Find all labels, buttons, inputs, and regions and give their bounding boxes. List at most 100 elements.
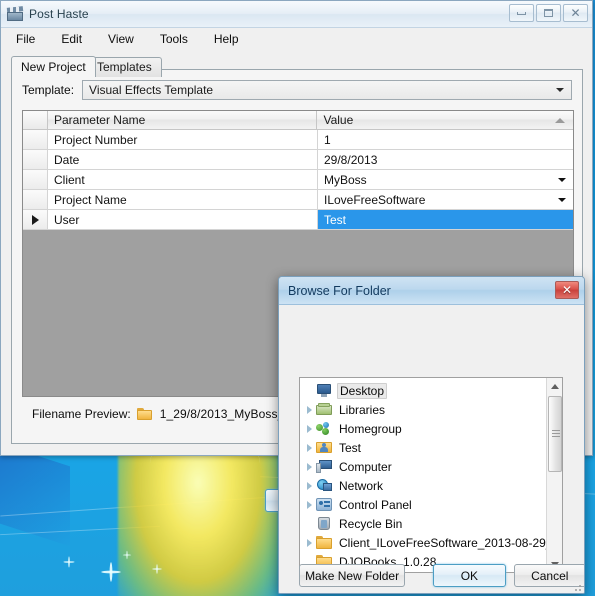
tree-item-label: Homegroup — [339, 421, 402, 436]
browse-for-folder-dialog: Browse For Folder ✕ Desktop Libraries Ho… — [278, 276, 585, 594]
homegroup-icon — [316, 421, 333, 436]
close-button[interactable]: ✕ — [563, 4, 588, 22]
chevron-right-icon[interactable] — [302, 424, 316, 433]
cell-value-text: 29/8/2013 — [324, 152, 378, 167]
user-folder-icon — [316, 440, 333, 455]
tree-item-label: Libraries — [339, 402, 386, 417]
menu-item-edit[interactable]: Edit — [58, 31, 85, 47]
close-icon[interactable]: ✕ — [555, 281, 579, 299]
tree-item-desktop[interactable]: Desktop — [300, 381, 548, 400]
chevron-down-icon[interactable] — [558, 177, 566, 182]
tree-item-label: Network — [339, 478, 384, 493]
tree-item-label: Client_ILoveFreeSoftware_2013-08-29_Test — [339, 535, 563, 550]
tree-item-label: Desktop — [337, 382, 388, 399]
menu-item-view[interactable]: View — [105, 31, 137, 47]
filename-preview-label: Filename Preview: — [32, 407, 131, 421]
scrollbar-thumb[interactable] — [548, 396, 562, 472]
sort-ascending-icon — [555, 118, 565, 123]
column-header-value-label: Value — [323, 113, 354, 127]
table-row[interactable]: Project Name ILoveFreeSoftware — [23, 190, 573, 210]
column-header-parameter-name[interactable]: Parameter Name — [47, 111, 318, 129]
libraries-icon — [316, 402, 333, 417]
template-combobox[interactable]: Visual Effects Template — [82, 80, 572, 100]
chevron-right-icon[interactable] — [302, 538, 316, 547]
folder-tree-list: Desktop Libraries Homegroup Test Compute… — [300, 378, 562, 572]
monitor-icon — [316, 383, 333, 398]
cell-value-text: 1 — [324, 132, 331, 147]
cell-parameter-name: Project Number — [48, 130, 318, 150]
cell-parameter-name: Project Name — [48, 190, 318, 210]
cell-value-dropdown[interactable]: ILoveFreeSoftware — [318, 190, 573, 210]
clapperboard-icon — [6, 6, 24, 22]
current-row-indicator-icon — [31, 214, 39, 225]
row-selector[interactable] — [23, 150, 48, 170]
dialog-ok-button[interactable]: OK — [433, 564, 506, 587]
grid-header-row: Parameter Name Value — [23, 111, 573, 130]
chevron-right-icon[interactable] — [302, 462, 316, 471]
scroll-up-icon[interactable] — [547, 378, 562, 394]
table-row[interactable]: Client MyBoss — [23, 170, 573, 190]
minimize-button[interactable] — [509, 4, 534, 22]
sparkle-icon — [63, 556, 75, 568]
chevron-right-icon[interactable] — [302, 405, 316, 414]
column-header-value[interactable]: Value — [317, 111, 573, 129]
dialog-titlebar[interactable]: Browse For Folder ✕ — [279, 277, 584, 305]
folder-tree-panel[interactable]: Desktop Libraries Homegroup Test Compute… — [299, 377, 563, 573]
cell-parameter-name: Client — [48, 170, 318, 190]
cell-value-dropdown[interactable]: MyBoss — [318, 170, 573, 190]
tree-item-recycle-bin[interactable]: Recycle Bin — [300, 514, 548, 533]
window-title: Post Haste — [29, 7, 89, 21]
recycle-bin-icon — [316, 516, 333, 531]
tree-item-network[interactable]: Network — [300, 476, 548, 495]
sparkle-icon — [152, 564, 162, 574]
filename-preview-row: Filename Preview: 1_29/8/2013_MyBoss_Tes… — [32, 407, 307, 421]
tree-item-libraries[interactable]: Libraries — [300, 400, 548, 419]
tree-item-label: Recycle Bin — [339, 516, 403, 531]
cell-value[interactable]: 1 — [318, 130, 573, 150]
tree-item-client-folder[interactable]: Client_ILoveFreeSoftware_2013-08-29_Test — [300, 533, 562, 552]
cell-value[interactable]: 29/8/2013 — [318, 150, 573, 170]
table-row[interactable]: Project Number 1 — [23, 130, 573, 150]
folder-icon — [136, 408, 152, 420]
resize-grip-icon[interactable] — [572, 582, 583, 593]
table-row-selected[interactable]: User Test — [23, 210, 573, 230]
tree-item-control-panel[interactable]: Control Panel — [300, 495, 548, 514]
tree-item-test[interactable]: Test — [300, 438, 548, 457]
chevron-right-icon[interactable] — [302, 481, 316, 490]
make-new-folder-button[interactable]: Make New Folder — [299, 564, 406, 587]
cell-value-text: ILoveFreeSoftware — [324, 192, 426, 207]
cell-value-text: MyBoss — [324, 172, 367, 187]
table-row[interactable]: Date 29/8/2013 — [23, 150, 573, 170]
tab-new-project[interactable]: New Project — [11, 56, 96, 77]
chevron-down-icon — [556, 88, 564, 92]
row-selector[interactable] — [23, 170, 48, 190]
restore-button[interactable] — [536, 4, 561, 22]
tree-vertical-scrollbar[interactable] — [546, 378, 562, 572]
grid-corner-cell — [23, 111, 48, 129]
cell-value-editing[interactable]: Test — [318, 210, 573, 230]
template-selected-value: Visual Effects Template — [89, 83, 214, 97]
tree-item-computer[interactable]: Computer — [300, 457, 548, 476]
tab-templates[interactable]: Templates — [87, 57, 162, 77]
folder-icon — [316, 535, 333, 550]
row-selector[interactable] — [23, 130, 48, 150]
cell-value-text: Test — [324, 212, 347, 227]
chevron-down-icon[interactable] — [558, 197, 566, 202]
chevron-right-icon[interactable] — [302, 500, 316, 509]
dialog-button-row: Make New Folder OK Cancel — [279, 564, 584, 587]
window-titlebar[interactable]: Post Haste ✕ — [1, 1, 592, 28]
chevron-right-icon[interactable] — [302, 443, 316, 452]
menu-item-tools[interactable]: Tools — [157, 31, 191, 47]
tree-item-label: Control Panel — [339, 497, 412, 512]
row-selector[interactable] — [23, 190, 48, 210]
menu-item-file[interactable]: File — [13, 31, 38, 47]
network-icon — [316, 478, 333, 493]
sparkle-icon — [122, 550, 132, 560]
tree-item-label: Computer — [339, 459, 392, 474]
sparkle-icon — [101, 562, 121, 582]
menu-bar: File Edit View Tools Help — [1, 28, 592, 50]
tree-item-homegroup[interactable]: Homegroup — [300, 419, 548, 438]
dialog-title: Browse For Folder — [288, 283, 391, 298]
row-selector[interactable] — [23, 210, 48, 230]
menu-item-help[interactable]: Help — [211, 31, 242, 47]
